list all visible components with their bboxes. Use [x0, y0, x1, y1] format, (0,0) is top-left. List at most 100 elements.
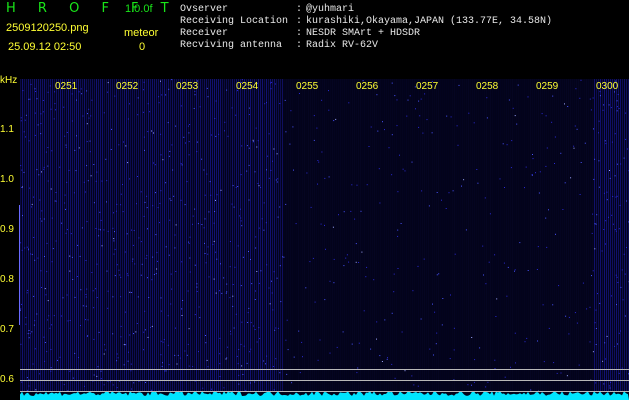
noise-speckle: [175, 224, 177, 226]
noise-speckle: [201, 224, 203, 225]
noise-speckle: [188, 241, 190, 243]
noise-speckle: [213, 240, 215, 242]
noise-speckle: [106, 201, 107, 203]
noise-speckle: [611, 214, 613, 216]
noise-speckle: [495, 316, 497, 317]
noise-speckle: [170, 303, 172, 305]
noise-speckle: [146, 195, 148, 197]
spectrogram-streak: [372, 79, 373, 392]
noise-speckle: [112, 296, 114, 298]
spectrogram-streak: [248, 79, 249, 392]
noise-speckle: [274, 329, 276, 331]
spectrogram-streak: [332, 79, 333, 392]
noise-speckle: [133, 230, 135, 231]
noise-speckle: [207, 366, 209, 368]
noise-speckle: [370, 348, 372, 350]
noise-speckle: [552, 95, 554, 97]
noise-speckle: [78, 147, 80, 149]
spectrogram-streak: [402, 79, 403, 392]
spectrogram-streak: [76, 79, 77, 392]
noise-speckle: [506, 144, 508, 146]
noise-speckle: [393, 273, 395, 275]
noise-speckle: [568, 316, 570, 318]
noise-speckle: [415, 108, 416, 110]
noise-speckle: [542, 304, 544, 306]
noise-speckle: [591, 232, 593, 234]
noise-speckle: [140, 241, 142, 243]
noise-speckle: [601, 250, 603, 252]
spectrogram-streak: [468, 79, 469, 392]
noise-speckle: [123, 344, 125, 346]
noise-speckle: [47, 165, 49, 167]
spectrogram-streak: [386, 79, 387, 392]
noise-speckle: [91, 272, 93, 273]
noise-speckle: [567, 106, 569, 107]
x-tick-0252: 0252: [116, 81, 139, 92]
noise-speckle: [616, 276, 618, 278]
noise-speckle: [358, 262, 360, 263]
noise-speckle: [112, 227, 114, 229]
noise-speckle: [355, 243, 357, 245]
noise-speckle: [483, 274, 484, 276]
noise-speckle: [223, 387, 225, 389]
spectrogram-streak: [614, 79, 615, 392]
noise-speckle: [325, 248, 326, 250]
noise-speckle: [79, 255, 81, 257]
noise-speckle: [187, 343, 189, 345]
noise-speckle: [485, 283, 487, 285]
noise-speckle: [211, 388, 213, 390]
noise-speckle: [62, 297, 64, 299]
spectrogram-streak: [24, 79, 25, 392]
spectrogram-streak: [148, 79, 149, 392]
noise-speckle: [69, 320, 71, 321]
noise-speckle: [22, 90, 24, 92]
noise-speckle: [144, 329, 146, 331]
noise-speckle: [417, 385, 419, 387]
noise-speckle: [213, 278, 215, 280]
noise-speckle: [273, 271, 275, 273]
noise-speckle: [435, 343, 437, 345]
spectrogram-streak: [534, 79, 535, 392]
noise-speckle: [238, 383, 240, 385]
noise-speckle: [608, 216, 609, 218]
spectrogram-streak: [432, 79, 433, 392]
spectrogram-streak: [234, 79, 235, 392]
noise-speckle: [593, 128, 594, 130]
noise-speckle: [397, 268, 399, 269]
spectrogram-streak: [476, 79, 477, 392]
noise-speckle: [123, 364, 125, 366]
noise-speckle: [162, 341, 164, 343]
noise-speckle: [167, 344, 169, 346]
noise-speckle: [590, 109, 592, 111]
noise-speckle: [231, 107, 233, 109]
noise-speckle: [626, 148, 628, 150]
noise-speckle: [624, 273, 626, 275]
spectrogram-streak: [82, 79, 83, 392]
noise-speckle: [21, 303, 22, 305]
spectrogram-streak: [326, 79, 327, 392]
spectrogram-streak: [30, 79, 31, 392]
noise-speckle: [22, 215, 23, 217]
noise-speckle: [268, 177, 270, 179]
noise-speckle: [313, 139, 315, 141]
noise-speckle: [319, 339, 321, 341]
noise-speckle: [124, 251, 126, 253]
noise-speckle: [291, 382, 293, 384]
noise-speckle: [31, 206, 32, 208]
noise-speckle: [80, 325, 81, 326]
noise-speckle: [285, 203, 287, 205]
noise-speckle: [20, 242, 22, 244]
noise-speckle: [78, 357, 79, 358]
spectrogram-streak: [216, 79, 217, 392]
noise-speckle: [100, 378, 102, 380]
noise-speckle: [449, 358, 451, 360]
noise-speckle: [295, 223, 297, 225]
noise-speckle: [42, 100, 44, 101]
spectrogram-streak: [550, 79, 551, 392]
noise-speckle: [152, 256, 154, 258]
noise-speckle: [20, 165, 22, 167]
noise-speckle: [379, 355, 381, 357]
noise-speckle: [96, 263, 98, 265]
noise-speckle: [394, 95, 396, 97]
noise-speckle: [545, 165, 547, 167]
